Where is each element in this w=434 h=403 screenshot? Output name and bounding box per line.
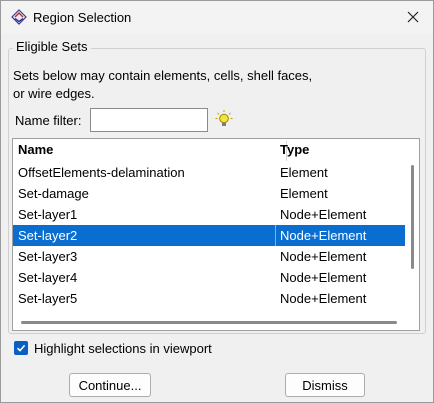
set-name: Set-layer2 xyxy=(18,228,78,243)
table-row[interactable]: Set-layer4 Node+Element xyxy=(13,267,405,288)
highlight-option[interactable]: Highlight selections in viewport xyxy=(14,339,212,357)
table-header: Name Type xyxy=(13,139,419,161)
vertical-scrollbar[interactable] xyxy=(407,161,419,309)
table-row[interactable]: OffsetElements-delamination Element xyxy=(13,162,405,183)
description-line-2: or wire edges. xyxy=(13,86,95,101)
vertical-scroll-thumb[interactable] xyxy=(411,165,414,269)
set-type: Element xyxy=(280,165,328,180)
highlight-checkbox[interactable] xyxy=(14,341,28,355)
column-divider xyxy=(275,225,276,246)
set-name: Set-layer5 xyxy=(18,291,78,306)
dismiss-button[interactable]: Dismiss xyxy=(285,373,365,397)
set-type: Node+Element xyxy=(280,291,367,306)
table-rows: OffsetElements-delamination Element Set-… xyxy=(13,162,405,309)
name-filter-input[interactable] xyxy=(90,108,208,132)
set-type: Node+Element xyxy=(280,207,367,222)
set-name: Set-layer1 xyxy=(18,207,78,222)
set-name: Set-damage xyxy=(18,186,89,201)
set-name: Set-layer3 xyxy=(18,249,78,264)
close-icon[interactable] xyxy=(401,6,425,28)
checkmark-icon xyxy=(16,344,26,352)
horizontal-scrollbar[interactable] xyxy=(15,316,407,328)
abaqus-app-icon xyxy=(11,9,27,25)
table-row[interactable]: Set-layer3 Node+Element xyxy=(13,246,405,267)
name-filter-label: Name filter: xyxy=(15,113,82,128)
table-row[interactable]: Set-layer5 Node+Element xyxy=(13,288,405,309)
group-legend: Eligible Sets xyxy=(13,39,91,54)
set-name: Set-layer4 xyxy=(18,270,78,285)
column-header-type[interactable]: Type xyxy=(280,142,309,157)
set-type: Node+Element xyxy=(280,228,367,243)
table-row[interactable]: Set-layer1 Node+Element xyxy=(13,204,405,225)
column-header-name[interactable]: Name xyxy=(18,142,53,157)
description-text: Sets below may contain elements, cells, … xyxy=(13,67,312,103)
continue-button[interactable]: Continue... xyxy=(69,373,151,397)
set-type: Element xyxy=(280,186,328,201)
table-row-selected[interactable]: Set-layer2 Node+Element xyxy=(13,225,405,246)
lightbulb-icon[interactable] xyxy=(214,109,234,129)
set-name: OffsetElements-delamination xyxy=(18,165,185,180)
set-type: Node+Element xyxy=(280,249,367,264)
description-line-1: Sets below may contain elements, cells, … xyxy=(13,68,313,83)
table-row[interactable]: Set-damage Element xyxy=(13,183,405,204)
region-selection-dialog: Region Selection Eligible Sets Sets belo… xyxy=(0,0,434,403)
sets-table: Name Type OffsetElements-delamination El… xyxy=(12,138,420,331)
dialog-title: Region Selection xyxy=(33,10,132,25)
highlight-label: Highlight selections in viewport xyxy=(34,340,212,356)
set-type: Node+Element xyxy=(280,270,367,285)
title-bar[interactable]: Region Selection xyxy=(1,1,433,34)
horizontal-scroll-thumb[interactable] xyxy=(21,321,397,324)
